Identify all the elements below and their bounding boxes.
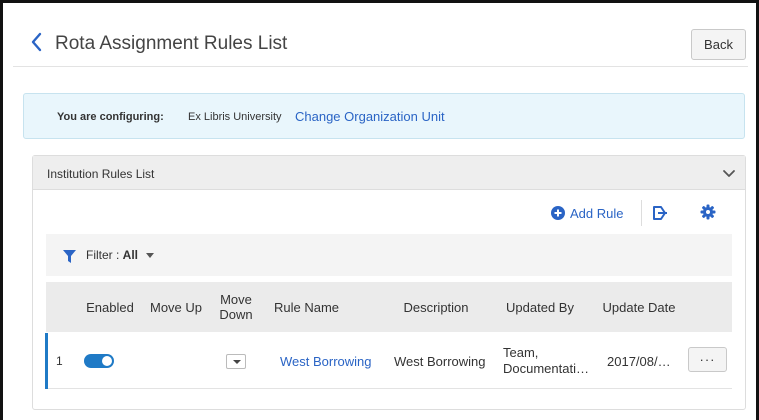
filter-icon bbox=[63, 250, 76, 263]
institution-rules-panel: Institution Rules List Add Rule Filter:… bbox=[32, 155, 746, 410]
change-organization-link[interactable]: Change Organization Unit bbox=[295, 109, 445, 124]
back-button[interactable]: Back bbox=[691, 29, 746, 60]
column-header-description[interactable]: Description bbox=[386, 282, 486, 332]
organization-name: Ex Libris University bbox=[188, 111, 282, 123]
caret-down-icon bbox=[146, 253, 155, 259]
filter-label: Filter : bbox=[86, 248, 123, 262]
plus-circle-icon bbox=[551, 206, 565, 220]
description-cell: West Borrowing bbox=[394, 353, 486, 369]
add-rule-button[interactable]: Add Rule bbox=[551, 204, 623, 222]
rule-name-text[interactable]: West Borrowing bbox=[280, 354, 372, 369]
toolbar-divider bbox=[641, 200, 642, 226]
filter-value: All bbox=[122, 248, 139, 262]
configuration-bar: You are configuring: Ex Libris Universit… bbox=[23, 93, 745, 139]
chevron-down-icon[interactable] bbox=[721, 165, 737, 181]
filter-dropdown[interactable]: Filter : All bbox=[86, 248, 155, 262]
chevron-left-icon[interactable] bbox=[27, 29, 47, 55]
column-header-move-down[interactable]: Move Down bbox=[208, 282, 264, 332]
add-rule-label: Add Rule bbox=[570, 205, 624, 221]
column-header-rule-name[interactable]: Rule Name bbox=[268, 282, 363, 332]
rule-name-link[interactable]: West Borrowing bbox=[280, 333, 372, 389]
gear-icon[interactable] bbox=[700, 204, 716, 220]
column-header-update-date[interactable]: Update Date bbox=[594, 282, 684, 332]
config-label: You are configuring: bbox=[57, 111, 164, 123]
app-frame: Rota Assignment Rules List Back You are … bbox=[0, 0, 759, 420]
row-actions-button[interactable]: ··· bbox=[688, 347, 727, 372]
move-down-button[interactable] bbox=[226, 354, 246, 369]
column-header-updated-by[interactable]: Updated By bbox=[490, 282, 590, 332]
page-title: Rota Assignment Rules List bbox=[55, 33, 288, 54]
table-row[interactable]: 1 West Borrowing West Borrowing Team, Do… bbox=[45, 333, 732, 389]
panel-header[interactable]: Institution Rules List bbox=[33, 156, 745, 190]
filter-bar: Filter : All bbox=[46, 234, 732, 276]
panel-title: Institution Rules List bbox=[47, 167, 155, 181]
page-header: Rota Assignment Rules List Back bbox=[13, 15, 748, 67]
update-date-cell: 2017/08/… bbox=[607, 353, 671, 369]
column-header-move-up[interactable]: Move Up bbox=[144, 282, 208, 332]
row-index: 1 bbox=[56, 354, 63, 368]
updated-by-cell: Team, Documentati… bbox=[503, 345, 589, 376]
export-icon[interactable] bbox=[650, 204, 668, 222]
table-header: Enabled Move Up Move Down Rule Name Desc… bbox=[46, 282, 732, 332]
row-selected-indicator bbox=[45, 333, 48, 389]
enabled-toggle[interactable] bbox=[84, 354, 114, 368]
list-toolbar: Add Rule bbox=[33, 190, 745, 230]
column-header-enabled[interactable]: Enabled bbox=[76, 282, 144, 332]
